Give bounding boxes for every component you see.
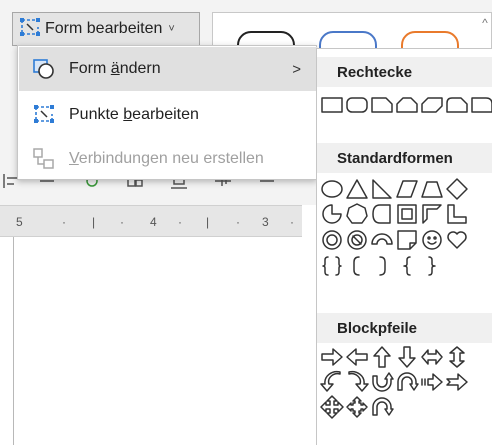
down-arrow-shape-icon[interactable] [395,345,419,369]
round-corner-rectangle-shape-icon[interactable] [470,93,492,117]
diamond-shape-icon[interactable] [445,177,469,201]
ruler-tick: · [178,215,182,229]
ruler-tick: · [236,215,240,229]
edit-points-label: Punkte bearbeiten [69,106,199,123]
half-frame-shape-icon[interactable] [420,202,444,226]
right-brace-shape-icon[interactable] [420,254,444,278]
double-brace-shape-icon[interactable] [320,254,344,278]
edit-points-icon [31,103,61,127]
ruler-tick: 4 [150,215,157,229]
gallery-scroll-up-button[interactable]: ^ [478,16,492,40]
menu-item-reroute-connectors[interactable]: Verbindungen neu erstellen [19,137,317,181]
ruler-tick: 3 [262,215,269,229]
reroute-connectors-label: Verbindungen neu erstellen [69,150,264,167]
pie-shape-icon[interactable] [320,202,344,226]
right-bracket-shape-icon[interactable] [370,254,394,278]
ruler-tick: · [290,215,294,229]
folded-corner-shape-icon[interactable] [395,228,419,252]
circular-arrow-2-shape-icon[interactable] [370,395,394,419]
rounded-rectangle-shape-icon[interactable] [345,93,369,117]
section-header-block-arrows: Blockpfeile [317,313,492,343]
heart-shape-icon[interactable] [445,228,469,252]
snip-diagonal-rectangle-shape-icon[interactable] [420,93,444,117]
right-arrow-shape-icon[interactable] [320,345,344,369]
l-shape-icon[interactable] [445,202,469,226]
left-right-arrow-shape-icon[interactable] [420,345,444,369]
ruler-tick: | [92,215,96,229]
snip-round-rectangle-shape-icon[interactable] [445,93,469,117]
ruler-tick: 5 [16,215,23,229]
quad-arrow-callout-shape-icon[interactable] [345,395,369,419]
left-brace-shape-icon[interactable] [395,254,419,278]
menu-item-edit-points[interactable]: Punkte bearbeiten [19,93,317,137]
notched-right-arrow-shape-icon[interactable] [445,370,469,394]
ruler-tick: · [62,215,66,229]
block-arc-shape-icon[interactable] [370,228,394,252]
reroute-connectors-icon [31,147,61,171]
ruler-tick: · [120,215,124,229]
edit-shape-label: Form bearbeiten [45,20,163,37]
section-header-rectangles: Rechtecke [317,57,492,87]
circular-arrow-shape-icon[interactable] [395,370,419,394]
shapes-gallery-panel: Rechtecke Standardformen Blockpfeile [316,48,492,445]
left-arrow-shape-icon[interactable] [345,345,369,369]
u-turn-arrow-shape-icon[interactable] [370,370,394,394]
oval-shape-icon[interactable] [320,177,344,201]
edit-shape-button[interactable]: Form bearbeiten ˅ [12,12,200,46]
up-arrow-shape-icon[interactable] [370,345,394,369]
edit-shape-menu: Form ändern > Punkte bearbeiten Verbindu… [17,45,317,180]
can-shape-icon[interactable] [370,202,394,226]
left-bracket-shape-icon[interactable] [345,254,369,278]
smiley-face-shape-icon[interactable] [420,228,444,252]
ruler-tick: | [206,215,210,229]
striped-right-arrow-shape-icon[interactable] [420,370,444,394]
section-header-basic-shapes: Standardformen [317,143,492,173]
up-down-arrow-shape-icon[interactable] [445,345,469,369]
frame-shape-icon[interactable] [395,202,419,226]
change-shape-icon [31,57,61,81]
submenu-arrow-icon: > [292,60,301,78]
curved-left-arrow-shape-icon[interactable] [320,370,344,394]
no-symbol-shape-icon[interactable] [345,228,369,252]
page-margin-line [13,237,14,445]
quad-arrow-shape-icon[interactable] [320,395,344,419]
trapezoid-shape-icon[interactable] [420,177,444,201]
triangle-shape-icon[interactable] [345,177,369,201]
curved-right-arrow-shape-icon[interactable] [345,370,369,394]
change-shape-label: Form ändern [69,60,161,77]
snip-corner-rectangle-shape-icon[interactable] [370,93,394,117]
rectangle-shape-icon[interactable] [320,93,344,117]
parallelogram-shape-icon[interactable] [395,177,419,201]
heptagon-shape-icon[interactable] [345,202,369,226]
document-canvas[interactable] [0,237,302,445]
horizontal-ruler: 5 · | · 4 · | · 3 · [0,205,302,237]
menu-item-change-shape[interactable]: Form ändern > [19,47,317,91]
edit-shape-icon [19,17,41,42]
right-triangle-shape-icon[interactable] [370,177,394,201]
donut-shape-icon[interactable] [320,228,344,252]
chevron-down-icon: ˅ [168,23,175,35]
snip-two-corners-rectangle-shape-icon[interactable] [395,93,419,117]
